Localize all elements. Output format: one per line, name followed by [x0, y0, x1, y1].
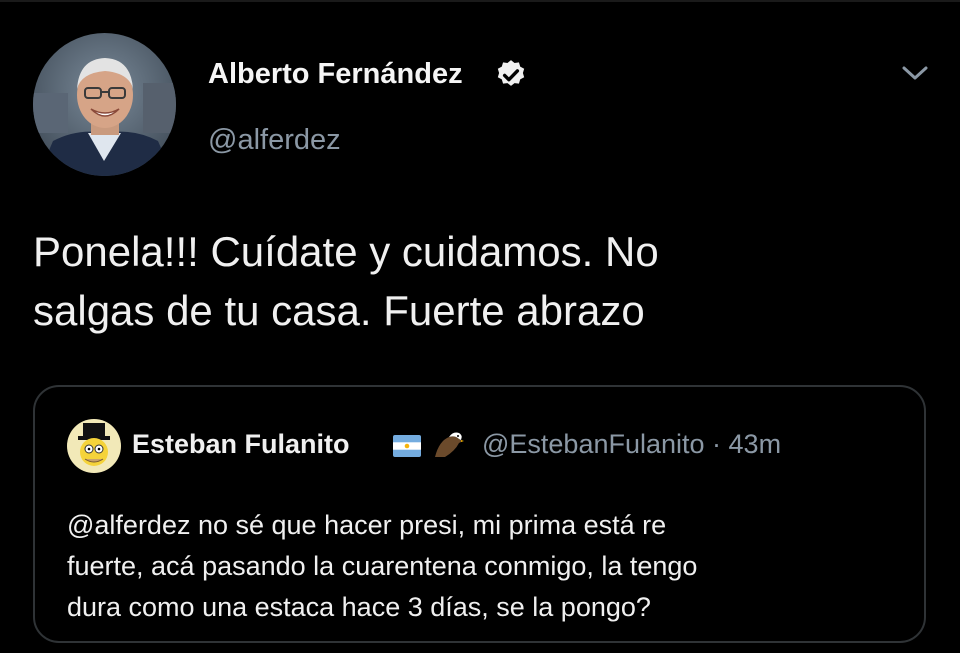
quoted-tweet[interactable]: Esteban Fulanito @EstebanFulanito · 43m … [33, 385, 926, 643]
tweet-text-line: salgas de tu casa. Fuerte abrazo [33, 287, 645, 334]
tweet-text: Ponela!!! Cuídate y cuidamos. No salgas … [33, 222, 913, 340]
quoted-text-line: dura como una estaca hace 3 días, se la … [67, 592, 651, 622]
argentina-flag-icon [393, 435, 421, 457]
quoted-text-line: @alferdez no sé que hacer presi, mi prim… [67, 510, 667, 540]
top-divider [0, 0, 960, 2]
quoted-text-line: fuerte, acá pasando la cuarentena conmig… [67, 551, 698, 581]
quoted-handle-time[interactable]: @EstebanFulanito · 43m [482, 429, 781, 460]
eagle-icon [433, 429, 465, 459]
author-name[interactable]: Alberto Fernández [208, 58, 463, 91]
quoted-author-name[interactable]: Esteban Fulanito [132, 429, 350, 460]
quoted-author-avatar[interactable] [67, 419, 121, 473]
verified-badge-icon [494, 58, 528, 92]
author-avatar[interactable] [33, 33, 176, 176]
quoted-tweet-text: @alferdez no sé que hacer presi, mi prim… [67, 505, 907, 628]
chevron-down-icon[interactable] [898, 58, 932, 88]
tweet: Alberto Fernández @alferdez Ponela!!! Cu… [0, 0, 960, 653]
author-handle[interactable]: @alferdez [208, 124, 341, 157]
tweet-text-line: Ponela!!! Cuídate y cuidamos. No [33, 228, 659, 275]
